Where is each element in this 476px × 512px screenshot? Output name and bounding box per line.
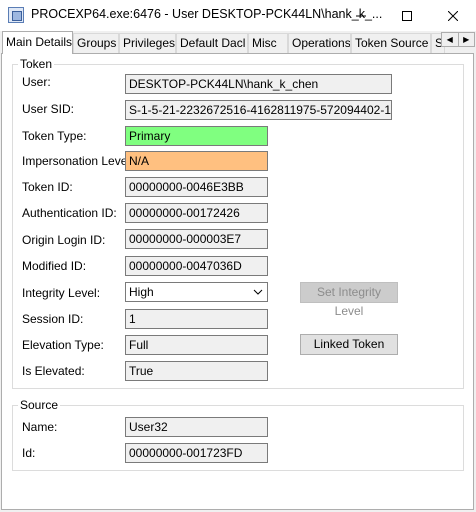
token-id-label: Token ID: <box>22 180 73 194</box>
source-id-label: Id: <box>22 446 36 460</box>
modified-id-label: Modified ID: <box>22 259 87 273</box>
minimize-icon <box>356 15 366 16</box>
origin-login-id-label: Origin Login ID: <box>22 233 106 247</box>
process-explorer-icon <box>8 7 24 23</box>
title-bar: PROCEXP64.exe:6476 - User DESKTOP-PCK44L… <box>0 0 476 31</box>
maximize-button[interactable] <box>384 0 430 31</box>
tab-scroll-control: ◀ ▶ <box>441 32 475 47</box>
tab-token-source[interactable]: Token Source <box>351 33 431 53</box>
source-group-legend: Source <box>18 398 61 412</box>
tab-default-dacl[interactable]: Default Dacl <box>176 33 248 53</box>
origin-login-id-field[interactable]: 00000000-000003E7 <box>125 229 268 249</box>
impersonation-level-label: Impersonation Level: <box>22 154 134 168</box>
user-sid-label: User SID: <box>22 102 75 116</box>
session-id-field[interactable]: 1 <box>125 309 268 329</box>
elevation-type-label: Elevation Type: <box>22 338 104 352</box>
source-id-field[interactable]: 00000000-001723FD <box>125 443 268 463</box>
integrity-level-value: High <box>129 285 154 299</box>
is-elevated-field[interactable]: True <box>125 361 268 381</box>
integrity-level-select[interactable]: High <box>125 282 268 302</box>
window-title: PROCEXP64.exe:6476 - User DESKTOP-PCK44L… <box>31 7 383 21</box>
source-name-label: Name: <box>22 420 58 434</box>
tab-operations[interactable]: Operations <box>288 33 351 53</box>
set-integrity-level-button[interactable]: Set Integrity Level <box>300 282 398 318</box>
token-id-field[interactable]: 00000000-0046E3BB <box>125 177 268 197</box>
tab-groups[interactable]: Groups <box>73 33 119 53</box>
authentication-id-label: Authentication ID: <box>22 206 117 220</box>
source-name-field[interactable]: User32 <box>125 417 268 437</box>
token-type-field[interactable]: Primary <box>125 126 268 146</box>
user-label: User: <box>22 75 51 89</box>
is-elevated-label: Is Elevated: <box>22 364 85 378</box>
minimize-button[interactable] <box>338 0 384 31</box>
session-id-label: Session ID: <box>22 312 84 326</box>
close-button[interactable] <box>430 0 476 31</box>
arrow-left-icon[interactable]: ◀ <box>442 33 459 46</box>
user-sid-field[interactable]: S-1-5-21-2232672516-4162811975-572094402… <box>125 100 392 120</box>
tab-misc[interactable]: Misc <box>248 33 288 53</box>
elevation-type-field[interactable]: Full <box>125 335 268 355</box>
authentication-id-field[interactable]: 00000000-00172426 <box>125 203 268 223</box>
token-group-legend: Token <box>18 57 55 71</box>
maximize-icon <box>402 10 412 21</box>
token-type-label: Token Type: <box>22 129 87 143</box>
tab-privileges[interactable]: Privileges <box>119 33 176 53</box>
chevron-down-icon <box>253 283 263 306</box>
close-icon <box>448 10 458 21</box>
user-field[interactable]: DESKTOP-PCK44LN\hank_k_chen <box>125 74 392 94</box>
tab-strip: Main Details Groups Privileges Default D… <box>0 31 476 54</box>
linked-token-button[interactable]: Linked Token <box>300 334 398 355</box>
integrity-level-label: Integrity Level: <box>22 286 101 300</box>
arrow-right-icon[interactable]: ▶ <box>459 33 475 46</box>
tab-main-details[interactable]: Main Details <box>2 31 73 54</box>
modified-id-field[interactable]: 00000000-0047036D <box>125 256 268 276</box>
impersonation-level-field[interactable]: N/A <box>125 151 268 171</box>
